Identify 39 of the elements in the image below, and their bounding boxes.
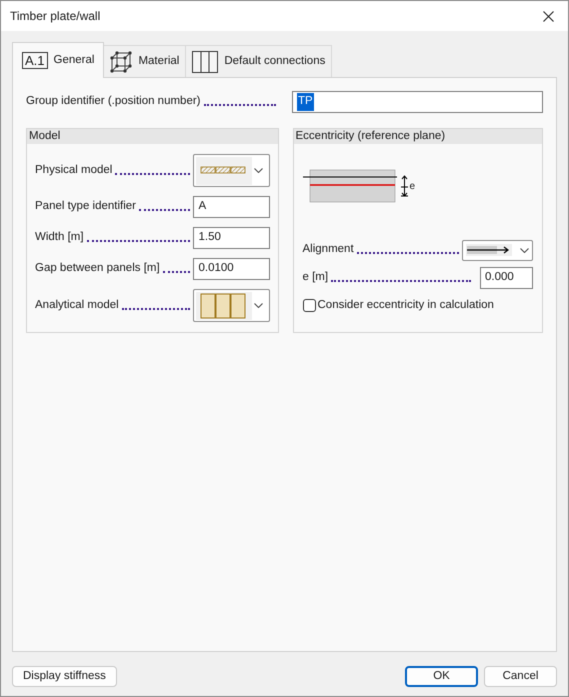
checkbox-label[interactable]: Consider eccentricity in calculation: [318, 297, 494, 314]
diagram-label: e: [410, 180, 416, 194]
panels-icon: [196, 292, 252, 320]
field-label: Panel type identifier: [35, 199, 136, 214]
tab-icon-label: A.1: [22, 52, 48, 69]
input-field[interactable]: 0.000: [480, 267, 533, 289]
tab[interactable]: Material: [104, 45, 186, 78]
hatched-panels-icon: [196, 156, 252, 184]
group-title: Eccentricity (reference plane): [294, 129, 542, 144]
dialog-button[interactable]: Cancel: [484, 666, 557, 687]
tab[interactable]: Default connections: [186, 45, 332, 78]
window-title: Timber plate/wall: [10, 8, 100, 25]
model-dropdown[interactable]: [192, 154, 270, 187]
field-label: Physical model: [35, 162, 112, 178]
dialog-button[interactable]: OK: [405, 666, 478, 687]
chevron-down-icon: [254, 168, 262, 173]
alignment-dropdown[interactable]: [462, 240, 533, 260]
close-icon[interactable]: [543, 10, 554, 22]
input-field[interactable]: 0.0100: [192, 258, 270, 280]
cube-icon: [110, 51, 132, 73]
checkbox[interactable]: [302, 299, 316, 312]
field-label: Analytical model: [35, 298, 119, 313]
dialog-button[interactable]: Display stiffness: [12, 666, 117, 687]
field-label: Group identifier (.position number): [26, 94, 200, 110]
panels-icon: [192, 51, 218, 73]
field-label: Gap between panels [m]: [35, 261, 160, 276]
field-label: Width [m]: [35, 230, 84, 246]
input-field[interactable]: TP: [292, 91, 543, 113]
chevron-down-icon: [520, 248, 529, 252]
alignment-icon: [466, 244, 512, 256]
chevron-down-icon: [254, 303, 262, 308]
field-label: Alignment: [302, 242, 354, 258]
input-field[interactable]: A: [192, 196, 270, 218]
dimension-arrow-icon: [400, 175, 408, 197]
model-dropdown[interactable]: [192, 289, 270, 322]
input-field[interactable]: 1.50: [192, 227, 270, 249]
field-label: e [m]: [302, 270, 328, 286]
tab[interactable]: A.1 General: [12, 42, 104, 78]
group-title: Model: [27, 129, 278, 144]
